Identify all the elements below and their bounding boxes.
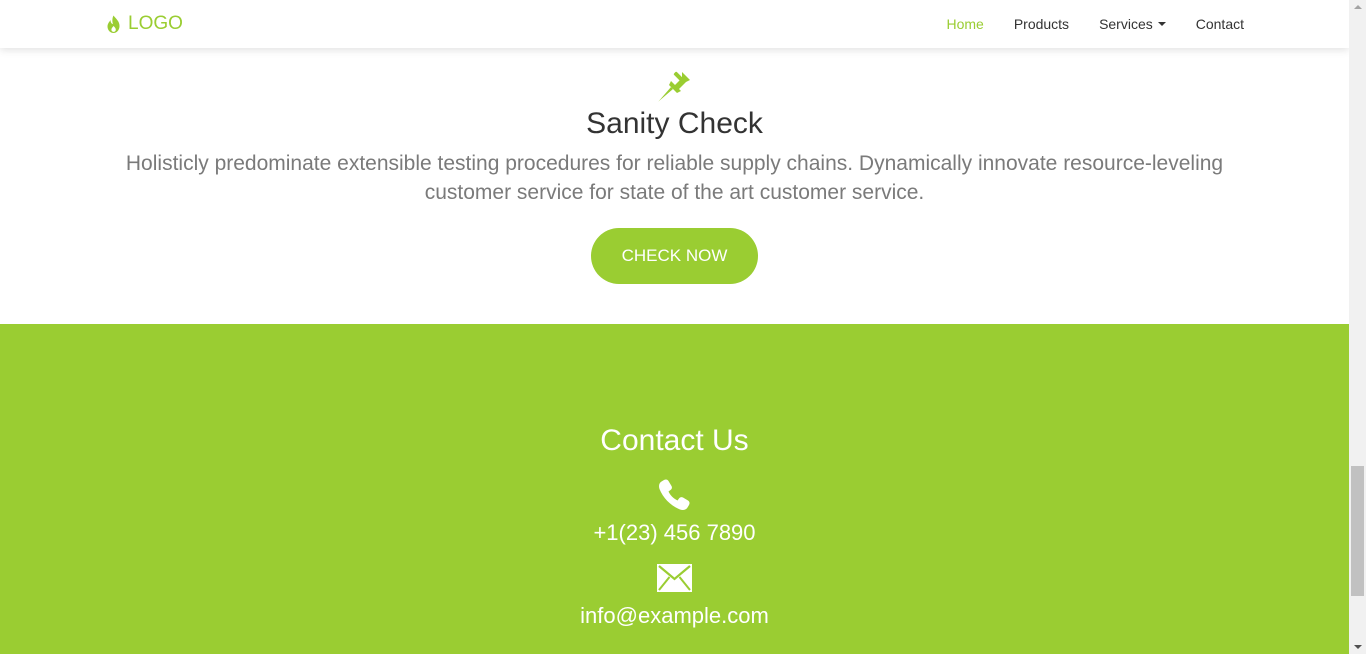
nav-item-services-label: Services bbox=[1099, 16, 1153, 32]
vertical-scrollbar[interactable] bbox=[1349, 0, 1366, 654]
nav-item-products[interactable]: Products bbox=[1014, 16, 1069, 32]
caret-down-icon bbox=[1157, 22, 1166, 26]
nav-item-contact[interactable]: Contact bbox=[1196, 16, 1244, 32]
nav-item-home[interactable]: Home bbox=[946, 16, 983, 32]
navbar: LOGO Home Products Services Contact bbox=[0, 0, 1349, 48]
sanity-check-section: Sanity Check Holisticly predominate exte… bbox=[0, 48, 1349, 324]
phone-number[interactable]: +1(23) 456 7890 bbox=[0, 519, 1349, 547]
phone-icon bbox=[659, 479, 690, 510]
contact-title: Contact Us bbox=[600, 424, 749, 457]
nav-menu: Home Products Services Contact bbox=[916, 0, 1244, 48]
scroll-up-arrow-icon[interactable] bbox=[1354, 5, 1362, 9]
sanity-check-description: Holisticly predominate extensible testin… bbox=[125, 152, 1224, 204]
sanity-check-title: Sanity Check bbox=[586, 107, 763, 140]
check-now-button[interactable]: CHECK NOW bbox=[591, 228, 758, 284]
scroll-down-arrow-icon[interactable] bbox=[1354, 645, 1362, 649]
email-address[interactable]: info@example.com bbox=[0, 602, 1349, 630]
logo-link[interactable]: LOGO bbox=[105, 12, 183, 36]
contact-section: Contact Us +1(23) 456 7890 info@example.… bbox=[0, 324, 1349, 654]
scrollbar-thumb[interactable] bbox=[1351, 466, 1364, 596]
envelope-icon bbox=[657, 564, 692, 592]
flame-icon bbox=[107, 15, 120, 33]
page: LOGO Home Products Services Contact Sani… bbox=[0, 0, 1349, 654]
nav-item-services[interactable]: Services bbox=[1099, 16, 1166, 32]
pushpin-icon bbox=[658, 71, 690, 102]
logo-text: LOGO bbox=[128, 13, 183, 34]
browser-viewport: LOGO Home Products Services Contact Sani… bbox=[0, 0, 1366, 654]
